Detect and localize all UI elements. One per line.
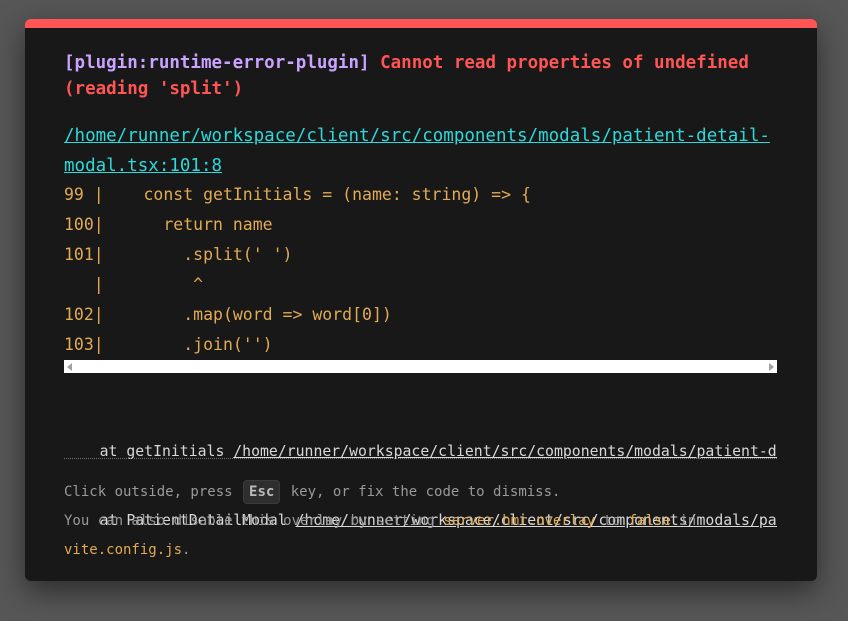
code-line: 100| return name <box>64 215 273 234</box>
code-line: 102| .map(word => word[0]) <box>64 305 392 324</box>
code-line: 103| .join('') <box>64 335 273 354</box>
tip-text: to <box>595 513 629 529</box>
code-line: 99 | const getInitials = (name: string) … <box>64 185 531 204</box>
tip-text: key, or fix the code to dismiss. <box>282 484 561 500</box>
code-line: 101| .split(' ') <box>64 245 293 264</box>
divider <box>64 458 777 459</box>
code-line-caret: | ^ <box>64 275 204 294</box>
setting-value: false <box>628 513 671 529</box>
tip-text: You can also disable this overlay by set… <box>64 513 444 529</box>
stack-frame: at getInitials /home/runner/workspace/cl… <box>64 440 777 463</box>
esc-key: Esc <box>243 480 281 504</box>
horizontal-scrollbar[interactable] <box>64 360 777 373</box>
code-frame: 99 | const getInitials = (name: string) … <box>64 180 777 360</box>
config-file: vite.config.js <box>64 542 183 558</box>
error-message: [plugin:runtime-error-plugin] Cannot rea… <box>64 50 777 102</box>
tip-text: Click outside, press <box>64 484 242 500</box>
plugin-name: [plugin:runtime-error-plugin] <box>64 53 370 73</box>
error-file-link[interactable]: /home/runner/workspace/client/src/compon… <box>64 121 777 181</box>
tip-text: in <box>670 513 697 529</box>
setting-name: server.hmr.overlay <box>443 513 596 529</box>
scroll-left-arrow-icon[interactable] <box>67 363 72 371</box>
dismiss-tip: Click outside, press Esc key, or fix the… <box>64 478 777 565</box>
scroll-right-arrow-icon[interactable] <box>769 363 774 371</box>
error-overlay: [plugin:runtime-error-plugin] Cannot rea… <box>25 19 817 581</box>
tip-text: . <box>182 542 191 558</box>
